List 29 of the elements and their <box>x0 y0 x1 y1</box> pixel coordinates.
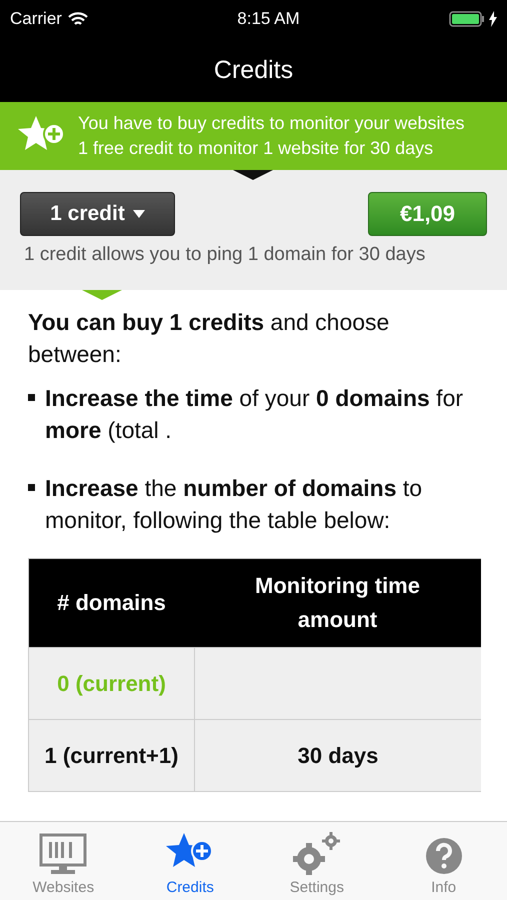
column-header: # domains <box>29 559 194 647</box>
banner-text: 1 free credit to monitor 1 website for 30 days <box>78 138 434 159</box>
wifi-icon <box>68 12 88 26</box>
table-cell: 0 (current) <box>29 647 194 719</box>
bullet-icon <box>28 484 35 491</box>
tab[interactable]: Info <box>380 822 507 900</box>
price-button[interactable]: €1,09 <box>368 192 487 236</box>
charging-icon <box>488 11 497 27</box>
column-header: Monitoring time amount <box>194 559 481 647</box>
table-cell: 30 days <box>194 719 481 791</box>
intro-text: You can buy 1 credits and choose between: <box>28 308 390 369</box>
carrier-label: Carrier <box>10 9 62 29</box>
bullet-icon <box>28 394 35 401</box>
table-cell: 1 (current+1) <box>29 719 194 791</box>
tab[interactable]: Credits <box>126 822 254 900</box>
battery-icon <box>448 11 485 27</box>
banner-text: You have to buy credits to monitor your websites <box>78 113 465 134</box>
clock: 8:15 AM <box>237 9 300 29</box>
caret-icon <box>132 210 145 218</box>
credit-note: 1 credit allows you to ping 1 domain for 30 days <box>24 244 426 266</box>
help-icon <box>424 837 463 875</box>
monitor-icon <box>39 833 88 875</box>
credit-dropdown[interactable]: 1 credit <box>20 192 175 236</box>
nav-title: Credits <box>214 56 294 84</box>
option-text: Increase the number of domains to monitor, following the table below: <box>45 474 424 535</box>
option-text: Increase the time of your 0 domains for more (total . <box>45 384 464 445</box>
tab[interactable]: Settings <box>254 822 380 900</box>
pointer-icon <box>82 290 122 300</box>
tab[interactable]: Websites <box>0 822 127 900</box>
